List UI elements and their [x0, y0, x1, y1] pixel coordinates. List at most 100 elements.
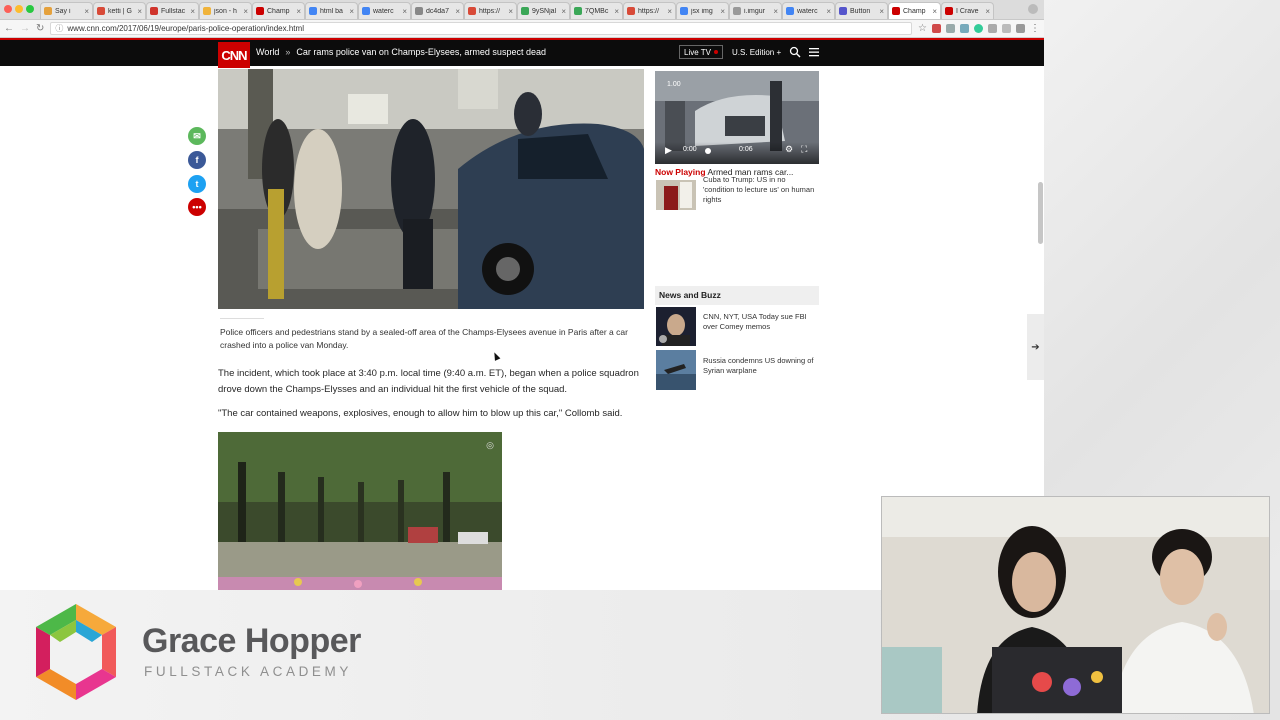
related-video-thumbnail[interactable] — [656, 180, 696, 210]
expand-icon[interactable]: ◎ — [486, 440, 494, 451]
extension-icon[interactable] — [988, 24, 997, 33]
tab-close-icon[interactable]: × — [561, 7, 566, 16]
browser-tab[interactable]: jsx img × — [676, 2, 729, 19]
bookmark-star-icon[interactable]: ☆ — [918, 23, 927, 34]
tab-title: waterc — [797, 7, 818, 15]
profile-icon[interactable] — [1028, 4, 1038, 14]
facebook-share-icon[interactable]: f — [188, 151, 206, 169]
tab-close-icon[interactable]: × — [667, 7, 672, 16]
tab-title: json - h — [214, 7, 237, 15]
extension-icon[interactable] — [960, 24, 969, 33]
browser-tab[interactable]: Champ × — [252, 2, 305, 19]
edition-selector[interactable]: U.S. Edition + — [732, 48, 781, 57]
tab-close-icon[interactable]: × — [614, 7, 619, 16]
hamburger-menu-icon[interactable] — [808, 46, 820, 58]
extension-icon[interactable] — [932, 24, 941, 33]
buzz-thumbnail[interactable] — [656, 350, 696, 390]
buzz-item-title[interactable]: CNN, NYT, USA Today sue FBI over Comey m… — [703, 312, 819, 332]
browser-tab[interactable]: html ba × — [305, 2, 358, 19]
extension-icon[interactable] — [1002, 24, 1011, 33]
browser-tab[interactable]: dc4da7 × — [411, 2, 464, 19]
now-playing-tag: Now Playing — [655, 167, 706, 177]
tab-close-icon[interactable]: × — [985, 7, 990, 16]
article-second-photo[interactable]: ◎ — [218, 432, 502, 590]
video-progress-handle[interactable] — [705, 148, 711, 154]
browser-tab[interactable]: ketti | G × — [93, 2, 146, 19]
tab-close-icon[interactable]: × — [826, 7, 831, 16]
tab-close-icon[interactable]: × — [508, 7, 513, 16]
buzz-item-title[interactable]: Russia condemns US downing of Syrian war… — [703, 356, 819, 376]
tab-favicon-icon — [786, 7, 794, 15]
browser-tab[interactable]: https:// × — [623, 2, 676, 19]
tab-title: 9ySNjal — [532, 7, 557, 15]
tab-close-icon[interactable]: × — [773, 7, 778, 16]
maximize-window-icon[interactable] — [26, 5, 34, 13]
tab-title: Champ — [267, 7, 290, 15]
browser-tab[interactable]: https:// × — [464, 2, 517, 19]
next-article-arrow-icon[interactable]: ➔ — [1027, 314, 1044, 380]
browser-tab[interactable]: i.imgur × — [729, 2, 782, 19]
forward-icon[interactable]: → — [20, 23, 30, 34]
extension-icon[interactable] — [946, 24, 955, 33]
browser-tab[interactable]: Button × — [835, 2, 888, 19]
search-icon[interactable] — [789, 46, 801, 58]
related-video-title[interactable]: Cuba to Trump: US in no 'condition to le… — [703, 175, 819, 209]
browser-tab[interactable]: Fullstac × — [146, 2, 199, 19]
video-total-time: 0:06 — [739, 146, 753, 153]
minimize-window-icon[interactable] — [15, 5, 23, 13]
buzz-thumbnail[interactable] — [656, 307, 696, 346]
extension-icon[interactable] — [974, 24, 983, 33]
article-main-photo[interactable] — [218, 69, 644, 309]
window-controls[interactable] — [4, 5, 34, 13]
menu-icon[interactable]: ⋮ — [1030, 23, 1040, 34]
browser-tab[interactable]: I Crave × — [941, 2, 994, 19]
more-share-icon[interactable]: ••• — [188, 198, 206, 216]
tab-close-icon[interactable]: × — [137, 7, 142, 16]
browser-tab[interactable]: 7QMBc × — [570, 2, 623, 19]
live-tv-button[interactable]: Live TV — [679, 45, 723, 59]
tab-favicon-icon — [468, 7, 476, 15]
tab-title: Champ — [903, 7, 926, 15]
settings-gear-icon[interactable]: ⚙ — [785, 144, 793, 155]
reload-icon[interactable]: ↻ — [36, 23, 44, 34]
article-paragraph: The incident, which took place at 3:40 p… — [218, 368, 639, 395]
section-link[interactable]: World — [256, 47, 279, 57]
tab-close-icon[interactable]: × — [296, 7, 301, 16]
header-headline: Car rams police van on Champs-Elysees, a… — [296, 47, 546, 57]
extension-icon[interactable] — [1016, 24, 1025, 33]
url-bar[interactable]: ⓘ www.cnn.com/2017/06/19/europe/paris-po… — [50, 22, 913, 35]
play-icon[interactable]: ▶ — [665, 145, 672, 156]
tab-close-icon[interactable]: × — [402, 7, 407, 16]
browser-tab[interactable]: Say i × — [40, 2, 93, 19]
tab-close-icon[interactable]: × — [720, 7, 725, 16]
twitter-share-icon[interactable]: t — [188, 175, 206, 193]
tab-favicon-icon — [362, 7, 370, 15]
fullscreen-icon[interactable]: ⛶ — [801, 144, 807, 155]
video-player[interactable]: 1.00 ▶ 0:00 0:06 ⚙ ⛶ — [655, 71, 819, 164]
cnn-logo[interactable]: CNN — [218, 42, 250, 68]
browser-tab[interactable]: waterc × — [782, 2, 835, 19]
tab-title: Button — [850, 7, 871, 15]
page-scrollbar[interactable] — [1038, 182, 1043, 244]
browser-tab[interactable]: 9ySNjal × — [517, 2, 570, 19]
tab-close-icon[interactable]: × — [190, 7, 195, 16]
email-share-icon[interactable]: ✉ — [188, 127, 206, 145]
back-icon[interactable]: ← — [4, 23, 14, 34]
tab-favicon-icon — [945, 7, 953, 15]
browser-tab[interactable]: waterc × — [358, 2, 411, 19]
tab-favicon-icon — [415, 7, 423, 15]
tab-close-icon[interactable]: × — [84, 7, 89, 16]
tab-title: I Crave — [956, 7, 979, 15]
close-window-icon[interactable] — [4, 5, 12, 13]
browser-tab[interactable]: Champ × — [888, 2, 941, 19]
info-icon[interactable]: ⓘ — [55, 23, 63, 34]
tab-close-icon[interactable]: × — [349, 7, 354, 16]
cnn-header: CNN World » Car rams police van on Champ… — [0, 38, 1044, 68]
browser-tab[interactable]: json - h × — [199, 2, 252, 19]
tab-favicon-icon — [627, 7, 635, 15]
tab-favicon-icon — [256, 7, 264, 15]
tab-close-icon[interactable]: × — [879, 7, 884, 16]
tab-close-icon[interactable]: × — [455, 7, 460, 16]
tab-close-icon[interactable]: × — [243, 7, 248, 16]
tab-close-icon[interactable]: × — [932, 7, 937, 16]
